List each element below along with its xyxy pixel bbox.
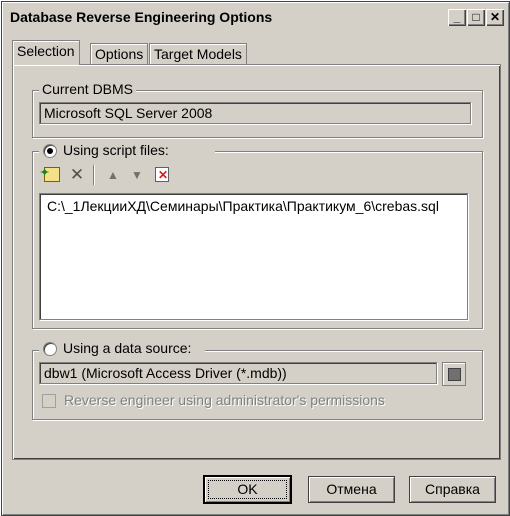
close-button[interactable]: ✕ — [486, 9, 504, 26]
delete-button[interactable]: ✕ — [67, 165, 87, 185]
clear-list-button[interactable]: ✕ — [152, 165, 172, 185]
data-source-icon — [448, 368, 461, 381]
radio-selected-dot — [47, 148, 53, 154]
move-down-icon: ▼ — [131, 168, 143, 182]
admin-permissions-label: Reverse engineer using administrator's p… — [64, 392, 385, 408]
cancel-button-label: Отмена — [326, 481, 377, 497]
move-up-icon: ▲ — [107, 168, 119, 182]
data-source-browse-button[interactable] — [442, 362, 466, 386]
tab-selection[interactable]: Selection — [12, 40, 80, 65]
script-files-radio-label[interactable]: Using script files: — [63, 142, 169, 158]
tab-target-models[interactable]: Target Models — [149, 43, 247, 65]
minimize-icon: _ — [453, 10, 461, 24]
tab-options[interactable]: Options — [90, 43, 149, 65]
tab-target-models-label: Target Models — [154, 46, 242, 62]
close-icon: ✕ — [489, 10, 501, 24]
minimize-button[interactable]: _ — [448, 9, 466, 26]
help-button[interactable]: Справка — [409, 476, 496, 503]
add-files-icon: ✦ — [40, 167, 60, 182]
data-source-radio-label[interactable]: Using a data source: — [63, 340, 191, 356]
maximize-button[interactable]: □ — [467, 9, 485, 26]
clear-list-icon: ✕ — [155, 167, 169, 182]
script-files-radio[interactable] — [43, 144, 57, 158]
delete-icon: ✕ — [69, 165, 85, 184]
tab-selection-label: Selection — [17, 43, 75, 59]
data-source-legend: Using a data source: — [39, 339, 205, 359]
dialog-window: Database Reverse Engineering Options _ □… — [1, 1, 510, 516]
data-source-group — [32, 350, 483, 420]
current-dbms-field: Microsoft SQL Server 2008 — [39, 102, 471, 124]
toolbar-separator — [93, 165, 94, 185]
title-bar[interactable]: Database Reverse Engineering Options _ □… — [5, 5, 506, 31]
window-title: Database Reverse Engineering Options — [10, 9, 273, 25]
focus-rect — [208, 480, 287, 499]
data-source-field: dbw1 (Microsoft Access Driver (*.mdb)) — [39, 362, 437, 384]
tab-panel-selection: Current DBMS Microsoft SQL Server 2008 U… — [12, 64, 501, 460]
ok-button[interactable]: OK — [203, 475, 292, 504]
data-source-radio[interactable] — [43, 342, 57, 356]
cancel-button[interactable]: Отмена — [308, 476, 395, 503]
help-button-label: Справка — [425, 481, 480, 497]
script-files-list[interactable]: C:\_1ЛекцииХД\Семинары\Практика\Практику… — [39, 193, 468, 320]
tab-options-label: Options — [95, 46, 144, 62]
add-files-button[interactable]: ✦ — [40, 165, 62, 185]
script-files-legend: Using script files: — [39, 141, 215, 161]
maximize-icon: □ — [472, 10, 480, 24]
admin-permissions-checkbox[interactable] — [42, 394, 56, 408]
move-up-button[interactable]: ▲ — [103, 165, 123, 185]
current-dbms-legend: Current DBMS — [39, 81, 137, 97]
move-down-button[interactable]: ▼ — [127, 165, 147, 185]
list-item[interactable]: C:\_1ЛекцииХД\Семинары\Практика\Практику… — [47, 198, 439, 214]
